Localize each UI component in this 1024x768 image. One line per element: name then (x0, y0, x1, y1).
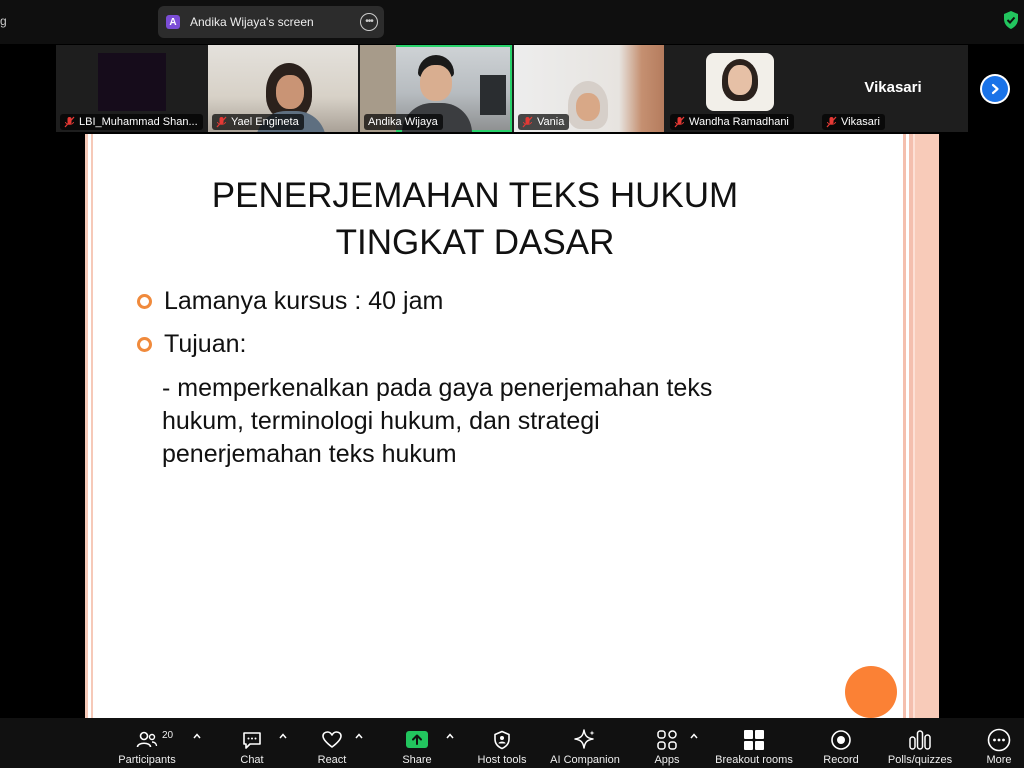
meeting-toolbar: Participants 20 Chat React Share Host to… (0, 718, 1024, 768)
polls-quizzes-button[interactable]: Polls/quizzes (884, 718, 956, 768)
ai-companion-button[interactable]: AI Companion (545, 718, 625, 768)
chevron-up-icon[interactable] (355, 732, 363, 740)
bar-chart-icon (908, 728, 932, 752)
chevron-right-icon (982, 76, 1008, 102)
participant-name-tag: Wandha Ramadhani (670, 114, 794, 130)
slide-right-border (901, 134, 939, 718)
more-icon (987, 728, 1011, 752)
slide-body-text: - memperkenalkan pada gaya penerjemahan … (162, 374, 713, 468)
slide-title: PENERJEMAHAN TEKS HUKUM TINGKAT DASAR (211, 176, 739, 262)
background-monitor (480, 75, 506, 115)
sharer-avatar: A (166, 15, 180, 29)
mic-muted-icon (64, 116, 75, 128)
person-face (276, 75, 304, 109)
slide-bullet: Tujuan: (137, 330, 246, 359)
video-tile[interactable]: Wandha Ramadhani (666, 45, 816, 132)
participant-name-tag: LBI_Muhammad Shan... (60, 114, 203, 130)
react-button[interactable]: React (312, 718, 352, 768)
meeting-top-bar: g A Andika Wijaya's screen ••• (0, 0, 1024, 44)
chat-button[interactable]: Chat (232, 718, 272, 768)
security-shield-icon[interactable] (1002, 10, 1020, 30)
more-options-icon[interactable]: ••• (360, 13, 378, 31)
more-button[interactable]: More (982, 718, 1016, 768)
bullet-circle-icon (137, 294, 152, 309)
participants-button[interactable]: Participants (112, 718, 182, 768)
video-tile[interactable]: LBI_Muhammad Shan... (56, 45, 206, 132)
video-tile[interactable]: Vikasari Vikasari (818, 45, 968, 132)
participant-display-name: Vikasari (864, 79, 922, 96)
breakout-rooms-button[interactable]: Breakout rooms (708, 718, 800, 768)
screen-share-label: Andika Wijaya's screen (190, 15, 314, 29)
sparkle-icon (574, 728, 596, 752)
record-button[interactable]: Record (820, 718, 862, 768)
apps-button[interactable]: Apps (647, 718, 687, 768)
truncated-label: g (0, 14, 7, 28)
chevron-up-icon[interactable] (446, 732, 454, 740)
decorative-circle (845, 666, 897, 718)
mic-muted-icon (674, 116, 685, 128)
chevron-up-icon[interactable] (193, 732, 201, 740)
chat-icon (241, 728, 263, 752)
video-placeholder (98, 53, 166, 111)
breakout-rooms-icon (743, 728, 765, 752)
host-tools-button[interactable]: Host tools (472, 718, 532, 768)
participant-name-tag: Vania (518, 114, 570, 130)
bullet-circle-icon (137, 337, 152, 352)
profile-photo (706, 53, 774, 111)
mic-muted-icon (216, 116, 227, 128)
mic-muted-icon (826, 116, 837, 128)
mic-muted-icon (522, 116, 533, 128)
person-face (420, 65, 452, 101)
chevron-up-icon[interactable] (279, 732, 287, 740)
participant-name-tag: Andika Wijaya (364, 114, 443, 130)
participants-icon (136, 728, 158, 752)
chevron-up-icon[interactable] (690, 732, 698, 740)
slide-left-border (85, 134, 97, 718)
record-icon (830, 728, 852, 752)
slide-bullet: Lamanya kursus : 40 jam (137, 287, 443, 316)
person-face (576, 93, 600, 121)
share-button[interactable]: Share (397, 718, 437, 768)
video-tile-active-speaker[interactable]: Andika Wijaya (360, 45, 512, 132)
participants-count: 20 (162, 730, 174, 741)
video-tile[interactable]: Yael Engineta (208, 45, 358, 132)
share-screen-icon (405, 728, 429, 752)
heart-icon (321, 728, 343, 752)
participant-name-tag: Yael Engineta (212, 114, 304, 130)
participant-name-tag: Vikasari (822, 114, 885, 130)
apps-icon (656, 728, 678, 752)
shared-slide: PENERJEMAHAN TEKS HUKUM TINGKAT DASAR La… (85, 134, 939, 718)
shield-icon (492, 728, 512, 752)
next-page-button[interactable] (980, 74, 1010, 104)
screen-share-indicator[interactable]: A Andika Wijaya's screen ••• (158, 6, 384, 38)
video-tile[interactable]: Vania (514, 45, 664, 132)
